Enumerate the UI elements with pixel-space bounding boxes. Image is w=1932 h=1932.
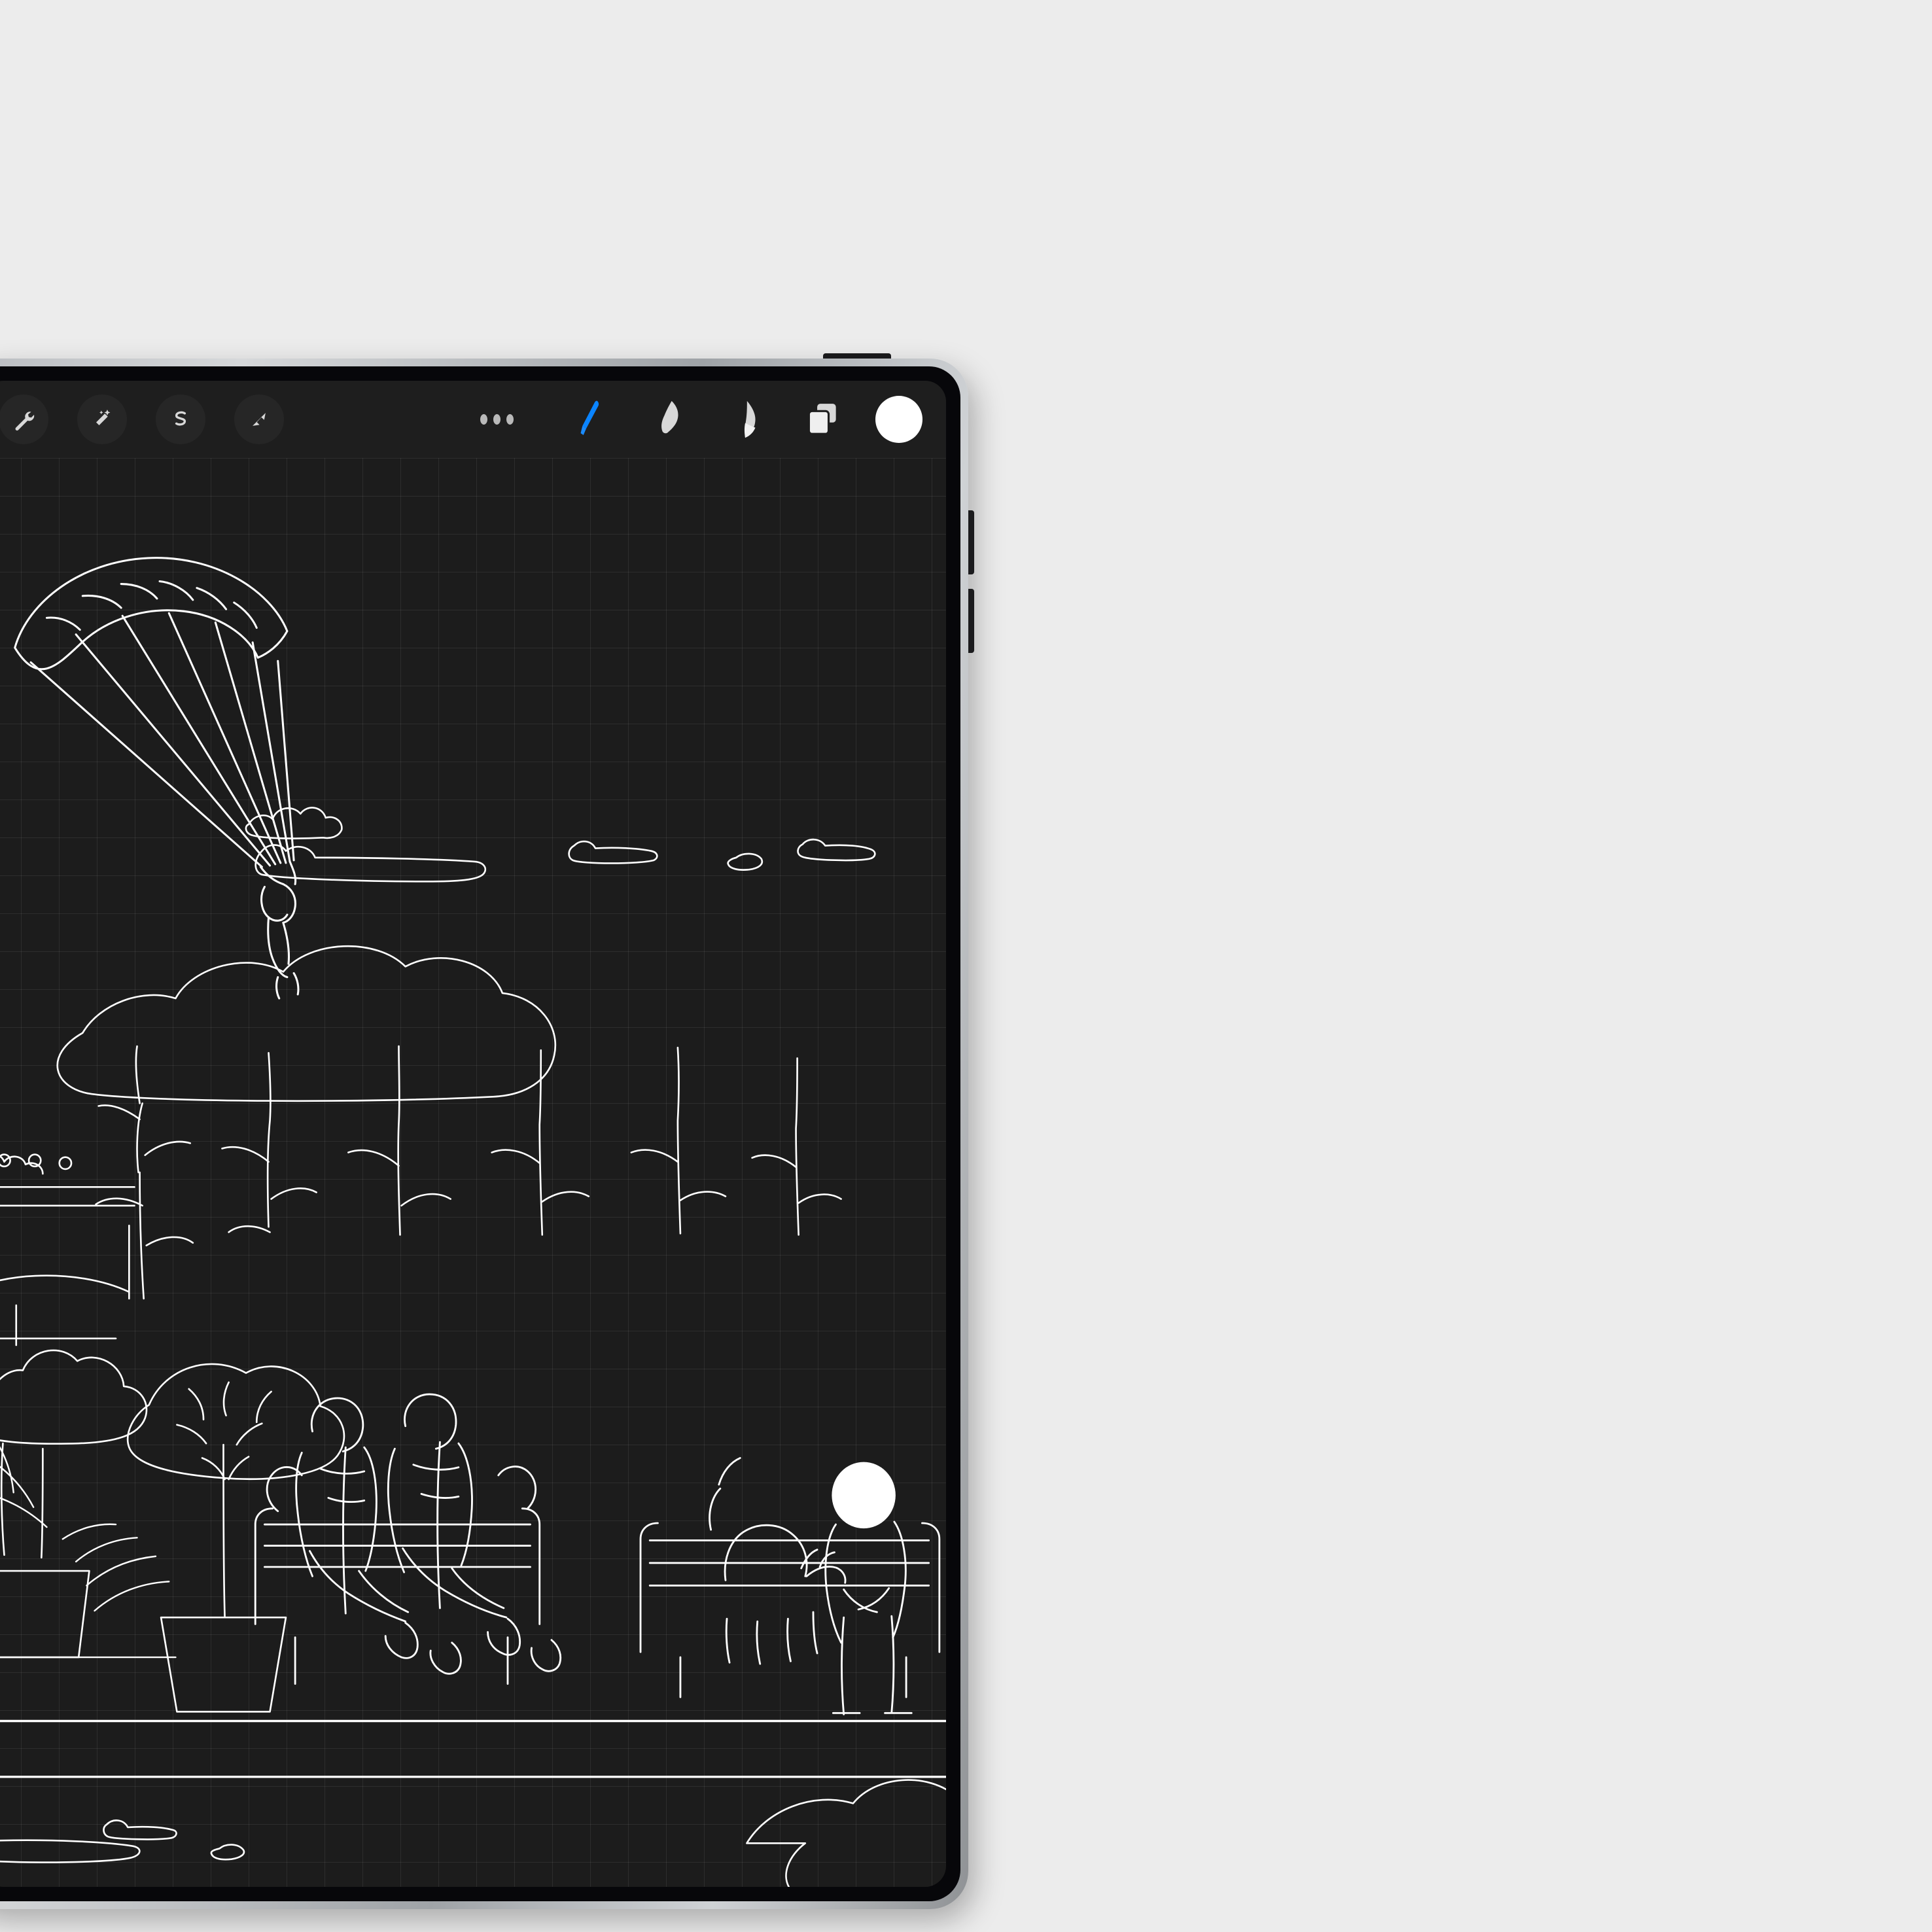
ipad-screen: FLOWER CORNER bbox=[0, 381, 946, 1887]
eraser-icon[interactable] bbox=[721, 395, 769, 444]
volume-up-button[interactable] bbox=[968, 510, 974, 574]
paint-brush-icon[interactable] bbox=[567, 395, 615, 444]
toolbar-more-icon[interactable] bbox=[480, 414, 514, 425]
color-swatch[interactable] bbox=[875, 396, 922, 443]
ipad-device: FLOWER CORNER bbox=[0, 359, 974, 1909]
drawing-canvas[interactable]: FLOWER CORNER bbox=[0, 458, 946, 1887]
smudge-icon[interactable] bbox=[644, 395, 692, 444]
dot bbox=[480, 414, 487, 425]
volume-down-button[interactable] bbox=[968, 589, 974, 653]
actions-wrench-icon[interactable] bbox=[0, 395, 48, 444]
canvas-artwork: FLOWER CORNER bbox=[0, 458, 946, 1887]
procreate-toolbar bbox=[0, 381, 946, 458]
adjustments-magic-wand-icon[interactable] bbox=[77, 395, 127, 444]
promo-header bbox=[0, 59, 1374, 90]
selection-s-curve-icon[interactable] bbox=[156, 395, 205, 444]
ipad-bezel: FLOWER CORNER bbox=[0, 366, 960, 1901]
toolbar-left-group bbox=[0, 395, 284, 444]
dot bbox=[493, 414, 501, 425]
toolbar-right-group bbox=[567, 395, 946, 444]
screenshot-root: FLOWER CORNER bbox=[0, 0, 1932, 1932]
dot bbox=[506, 414, 514, 425]
transform-arrow-icon[interactable] bbox=[234, 395, 284, 444]
layers-icon[interactable] bbox=[798, 395, 847, 444]
